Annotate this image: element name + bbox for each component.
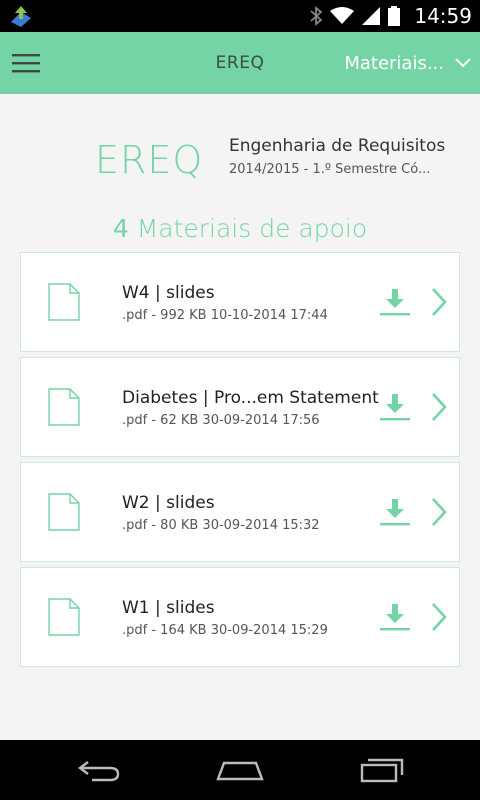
download-icon[interactable]	[379, 392, 411, 422]
document-icon	[48, 493, 80, 531]
chevron-right-icon[interactable]	[428, 496, 450, 528]
course-name: Engenharia de Requisitos	[229, 136, 446, 156]
section-dropdown[interactable]: Materiais...	[344, 32, 472, 94]
file-meta: .pdf - 62 KB 30-09-2014 17:56	[122, 413, 320, 428]
chevron-right-icon[interactable]	[428, 391, 450, 423]
materials-count: 4	[112, 214, 129, 243]
file-name: W4 | slides	[122, 283, 215, 303]
navigation-bar	[0, 740, 480, 800]
main-content: EREQ Engenharia de Requisitos 2014/2015 …	[0, 94, 480, 740]
battery-icon	[388, 6, 401, 26]
document-icon	[48, 598, 80, 636]
recent-apps-button[interactable]	[352, 754, 412, 786]
home-button[interactable]	[210, 754, 270, 786]
bluetooth-icon	[310, 6, 323, 26]
section-title: Materiais de apoio	[136, 214, 368, 243]
app-bar: EREQ Materiais...	[0, 32, 480, 94]
file-meta: .pdf - 164 KB 30-09-2014 15:29	[122, 623, 328, 638]
course-meta: 2014/2015 - 1.º Semestre Có...	[229, 162, 431, 177]
file-list-item[interactable]: Diabetes | Pro...em Statement .pdf - 62 …	[20, 357, 460, 457]
wifi-icon	[330, 7, 355, 24]
file-list-item[interactable]: W1 | slides .pdf - 164 KB 30-09-2014 15:…	[20, 567, 460, 667]
course-code: EREQ	[95, 138, 204, 182]
file-name: W2 | slides	[122, 493, 215, 513]
file-list-item[interactable]: W4 | slides .pdf - 992 KB 10-10-2014 17:…	[20, 252, 460, 352]
file-list: W4 | slides .pdf - 992 KB 10-10-2014 17:…	[20, 252, 460, 672]
section-heading: 4 Materiais de apoio	[0, 214, 480, 243]
file-list-item[interactable]: W2 | slides .pdf - 80 KB 30-09-2014 15:3…	[20, 462, 460, 562]
document-icon	[48, 283, 80, 321]
home-icon	[216, 761, 264, 781]
file-name: Diabetes | Pro...em Statement	[122, 388, 379, 408]
file-name: W1 | slides	[122, 598, 215, 618]
download-icon[interactable]	[379, 497, 411, 527]
chevron-right-icon[interactable]	[428, 601, 450, 633]
clock: 14:59	[414, 4, 472, 28]
chevron-right-icon[interactable]	[428, 286, 450, 318]
signal-icon	[362, 7, 381, 25]
download-icon[interactable]	[379, 602, 411, 632]
chevron-down-icon	[455, 58, 471, 68]
recent-apps-icon	[360, 758, 404, 783]
download-icon[interactable]	[379, 287, 411, 317]
file-meta: .pdf - 80 KB 30-09-2014 15:32	[122, 518, 320, 533]
section-dropdown-label: Materiais...	[344, 52, 444, 74]
back-icon	[78, 761, 120, 782]
back-button[interactable]	[70, 754, 130, 786]
document-icon	[48, 388, 80, 426]
app-update-icon	[11, 6, 31, 27]
status-bar: 14:59	[0, 0, 480, 32]
file-meta: .pdf - 992 KB 10-10-2014 17:44	[122, 308, 328, 323]
